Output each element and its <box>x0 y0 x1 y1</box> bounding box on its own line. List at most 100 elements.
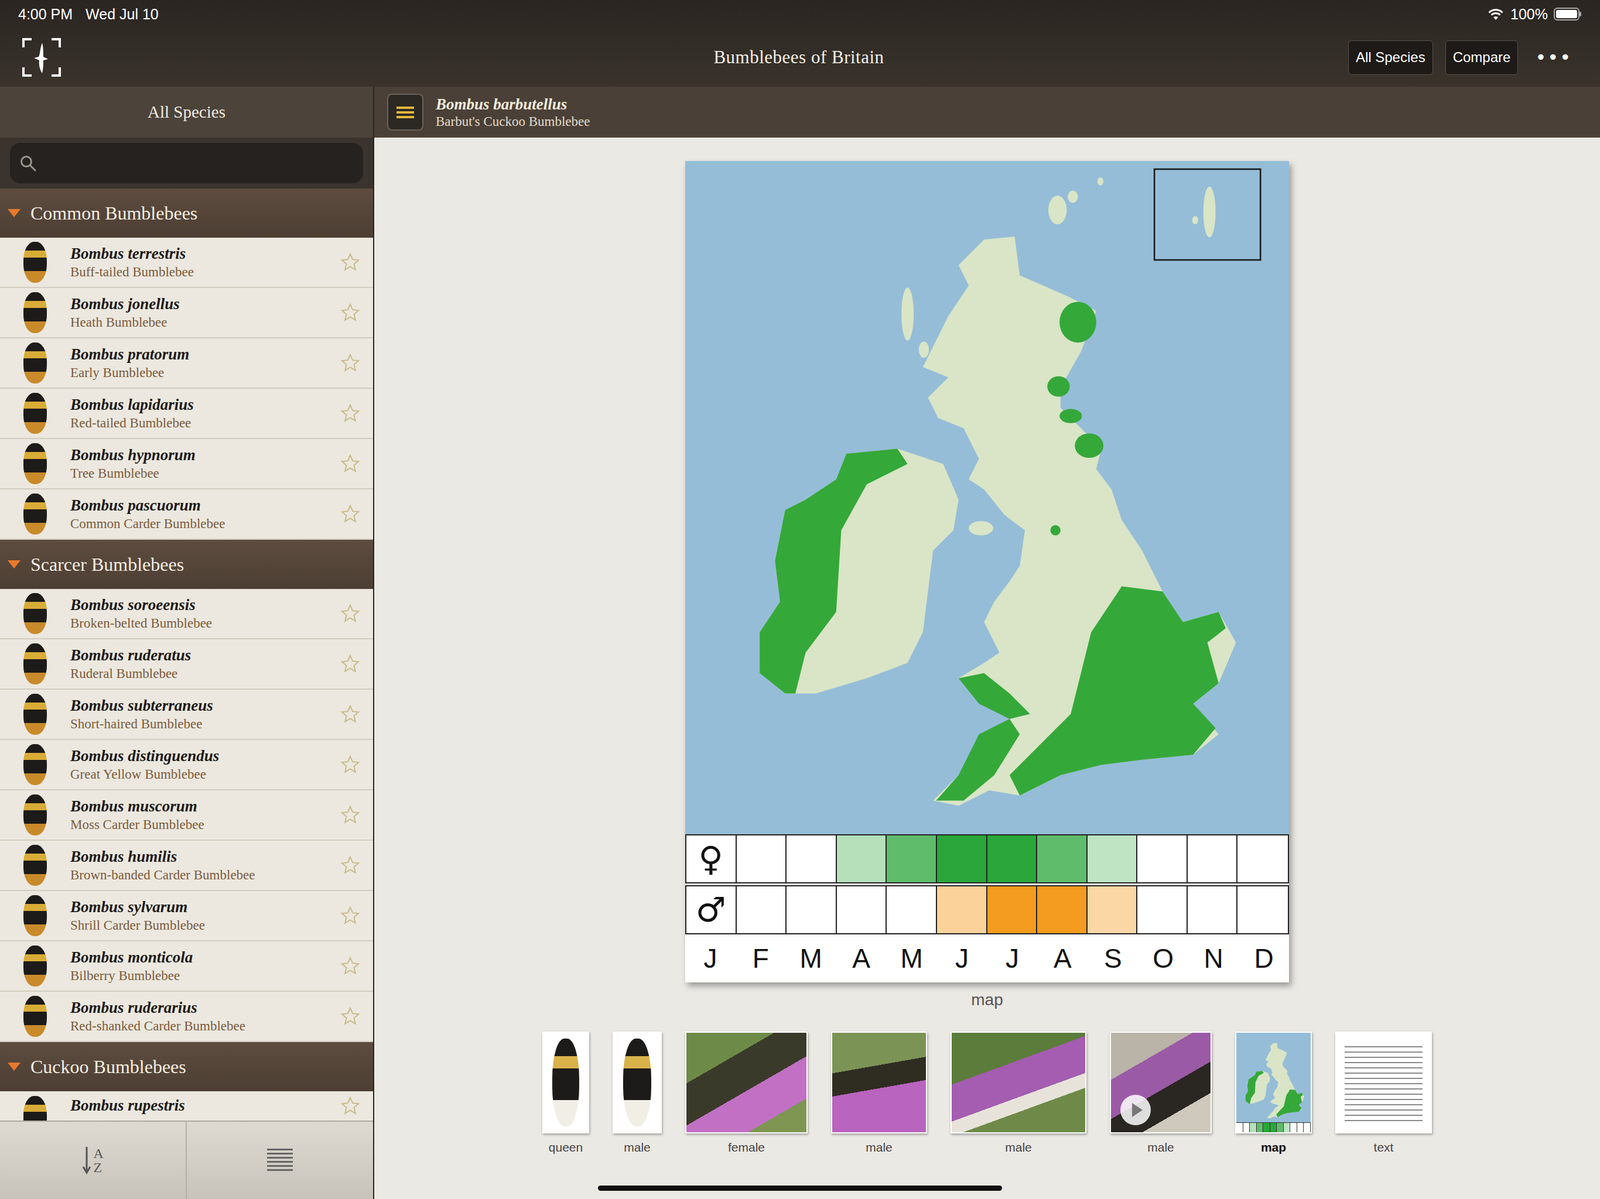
star-icon[interactable] <box>340 654 361 675</box>
sidebar-title: All Species <box>0 86 374 138</box>
nav-button[interactable]: Compare <box>1445 40 1519 75</box>
search-input[interactable] <box>42 153 354 173</box>
species-row[interactable]: Bombus jonellus Heath Bumblebee <box>0 288 374 339</box>
species-row[interactable]: Bombus ruderarius Red-shanked Carder Bum… <box>0 992 374 1043</box>
arrow-down-icon <box>81 1146 92 1176</box>
month-label: A <box>836 934 887 983</box>
common-name: Common Carder Bumblebee <box>70 515 341 533</box>
list-view-button[interactable] <box>186 1122 374 1199</box>
star-icon[interactable] <box>340 805 361 826</box>
male-month-cell <box>786 886 837 934</box>
star-icon[interactable] <box>340 603 361 624</box>
star-icon[interactable] <box>340 252 361 273</box>
species-row[interactable]: Bombus subterraneus Short-haired Bumbleb… <box>0 689 374 741</box>
species-common-name: Barbut's Cuckoo Bumblebee <box>435 113 591 131</box>
scientific-name: Bombus terrestris <box>70 244 341 265</box>
star-icon[interactable] <box>340 403 361 424</box>
star-icon[interactable] <box>340 1006 361 1027</box>
media-thumbnail[interactable]: map <box>1235 1031 1312 1155</box>
bird-expand-icon[interactable] <box>21 36 63 78</box>
common-name: Buff-tailed Bumblebee <box>70 264 341 282</box>
scientific-name: Bombus muscorum <box>70 797 341 817</box>
female-month-cell <box>987 835 1038 883</box>
media-thumbnail[interactable]: male <box>612 1031 662 1155</box>
month-label: A <box>1037 934 1088 983</box>
star-icon[interactable] <box>340 704 361 725</box>
species-row[interactable]: Bombus rupestris <box>0 1091 374 1121</box>
common-name: Moss Carder Bumblebee <box>70 816 341 834</box>
bee-thumbnail <box>23 693 47 735</box>
star-icon[interactable] <box>340 855 361 876</box>
species-row[interactable]: Bombus monticola Bilberry Bumblebee <box>0 941 374 993</box>
star-icon[interactable] <box>340 353 361 374</box>
play-icon[interactable] <box>1119 1093 1152 1127</box>
female-month-cell <box>786 835 837 883</box>
nav-button[interactable]: All Species <box>1348 40 1434 75</box>
media-strip: queen male female male male male map tex… <box>542 1031 1432 1155</box>
star-icon[interactable] <box>340 302 361 323</box>
species-row[interactable]: Bombus hypnorum Tree Bumblebee <box>0 439 374 490</box>
menu-button[interactable] <box>387 93 424 131</box>
media-thumbnail[interactable]: female <box>685 1031 808 1155</box>
scientific-name: Bombus rupestris <box>70 1096 341 1117</box>
female-month-cell <box>937 835 988 883</box>
species-row[interactable]: Bombus distinguendus Great Yellow Bumble… <box>0 740 374 791</box>
scientific-name: Bombus humilis <box>70 847 341 868</box>
common-name: Red-tailed Bumblebee <box>70 415 341 433</box>
navigation-bar: Bumblebees of Britain All SpeciesCompare… <box>0 28 1600 87</box>
species-row[interactable]: Bombus muscorum Moss Carder Bumblebee <box>0 790 374 841</box>
status-time: 4:00 PM <box>18 5 73 23</box>
month-label: M <box>886 934 938 983</box>
male-month-cell <box>987 886 1038 934</box>
species-detail: Bombus barbutellus Barbut's Cuckoo Bumbl… <box>374 86 1600 1199</box>
star-icon[interactable] <box>340 906 361 926</box>
species-row[interactable]: Bombus humilis Brown-banded Carder Bumbl… <box>0 840 374 892</box>
disclosure-icon <box>7 208 22 218</box>
species-row[interactable]: Bombus sylvarum Shrill Carder Bumblebee <box>0 891 374 942</box>
star-icon[interactable] <box>340 754 361 775</box>
species-row[interactable]: Bombus lapidarius Red-tailed Bumblebee <box>0 388 374 440</box>
species-row[interactable]: Bombus terrestris Buff-tailed Bumblebee <box>0 237 374 289</box>
common-name: Tree Bumblebee <box>70 465 341 483</box>
month-label: J <box>685 934 736 983</box>
scientific-name: Bombus pascuorum <box>70 496 341 516</box>
section-header[interactable]: Cuckoo Bumblebees <box>0 1042 374 1092</box>
more-button[interactable]: ••• <box>1530 46 1577 69</box>
month-axis: JFMAMJJASOND <box>685 934 1290 983</box>
male-month-cell <box>836 886 888 934</box>
media-thumbnail[interactable]: queen <box>542 1031 590 1155</box>
female-month-cell <box>836 835 888 883</box>
species-row[interactable]: Bombus soroeensis Broken-belted Bumblebe… <box>0 589 374 640</box>
star-icon[interactable] <box>340 956 361 977</box>
star-icon[interactable] <box>340 504 361 525</box>
species-row[interactable]: Bombus ruderatus Ruderal Bumblebee <box>0 639 374 690</box>
media-thumbnail[interactable]: male <box>1109 1031 1212 1155</box>
bee-thumbnail <box>23 744 47 786</box>
common-name: Heath Bumblebee <box>70 314 341 332</box>
media-thumbnail[interactable]: male <box>950 1031 1087 1155</box>
distribution-card: ♀ ♂ JFMAMJJASOND <box>685 161 1290 983</box>
female-month-cell <box>1087 835 1138 883</box>
species-row[interactable]: Bombus pratorum Early Bumblebee <box>0 338 374 389</box>
media-caption: map <box>971 990 1003 1010</box>
home-indicator <box>597 1185 1003 1192</box>
section-header[interactable]: Scarcer Bumblebees <box>0 539 374 590</box>
media-thumbnail[interactable]: text <box>1335 1031 1432 1155</box>
star-icon[interactable] <box>340 1096 361 1117</box>
scientific-name: Bombus ruderatus <box>70 645 341 666</box>
male-month-cell <box>736 886 788 934</box>
top-bar: 4:00 PM Wed Jul 10 100% Bumblebees of Br… <box>0 0 1600 87</box>
search-field[interactable] <box>9 142 364 184</box>
star-icon[interactable] <box>340 453 361 474</box>
battery-icon <box>1553 7 1582 21</box>
species-row[interactable]: Bombus pascuorum Common Carder Bumblebee <box>0 489 374 540</box>
menu-icon <box>396 105 415 120</box>
species-header: Bombus barbutellus Barbut's Cuckoo Bumbl… <box>374 86 1600 138</box>
sort-button[interactable]: A Z <box>0 1122 187 1199</box>
scientific-name: Bombus jonellus <box>70 294 341 315</box>
disclosure-icon <box>7 1062 22 1072</box>
section-header[interactable]: Common Bumblebees <box>0 188 374 238</box>
media-thumbnail[interactable]: male <box>831 1031 928 1155</box>
month-label: N <box>1188 934 1239 983</box>
distribution-map <box>685 161 1290 835</box>
